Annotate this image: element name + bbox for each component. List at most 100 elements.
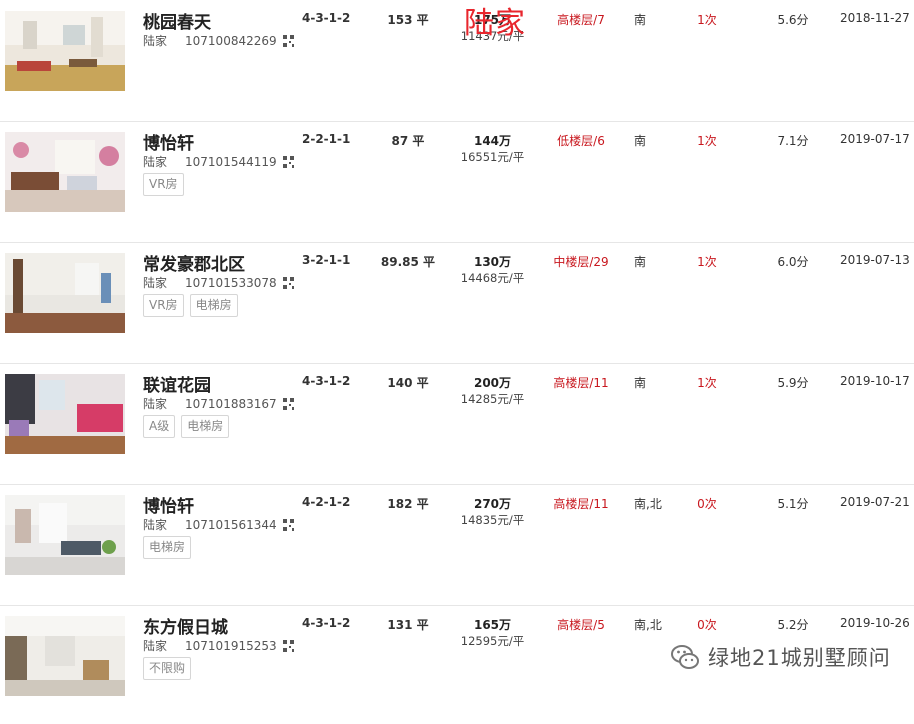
floor-area: 131 平 [387,618,429,632]
listing-photo[interactable] [5,11,125,91]
tag-list: VR房 [143,173,190,196]
qr-code-icon[interactable] [282,35,294,47]
listing-photo[interactable] [5,253,125,333]
room-layout: 4-3-1-2 [302,616,351,630]
tag: 电梯房 [181,415,230,438]
listing-code: 107101883167 [185,397,277,411]
listing-meta: 陆家 107100842269 [143,32,294,49]
listing-code: 107101544119 [185,155,277,169]
wechat-icon [671,645,699,669]
orientation: 南 [634,255,647,269]
listing-date: 2019-07-17 [840,132,910,146]
score: 5.2分 [777,618,809,632]
orientation: 南 [634,13,647,27]
unit-price: 16551元/平 [460,150,525,164]
tag-list: 不限购 [143,657,197,680]
tag: VR房 [143,173,184,196]
orientation: 南,北 [634,618,662,632]
tag-list: VR房 电梯房 [143,294,244,317]
listing-row[interactable]: 博怡轩 陆家 107101544119 VR房 2-2-1-1 87 平 144万… [0,121,914,243]
tag: VR房 [143,294,184,317]
listing-code: 107100842269 [185,34,277,48]
district-label: 陆家 [143,397,168,411]
qr-code-icon[interactable] [282,398,294,410]
floor-area: 153 平 [387,13,429,27]
floor-area: 182 平 [387,497,429,511]
listing-title[interactable]: 常发豪郡北区 [143,250,245,275]
qr-code-icon[interactable] [282,640,294,652]
total-price: 270万 [473,497,512,511]
total-price: 165万 [473,618,512,632]
tag: 电梯房 [143,536,192,559]
total-price: 130万 [473,255,512,269]
listing-title[interactable]: 联谊花园 [143,371,211,396]
tag: A级 [143,415,176,438]
listing-row[interactable]: 常发豪郡北区 陆家 107101533078 VR房 电梯房 3-2-1-1 89.… [0,242,914,364]
room-layout: 4-3-1-2 [302,11,351,25]
listing-date: 2018-11-27 [840,11,910,25]
listing-photo[interactable] [5,616,125,696]
qr-code-icon[interactable] [282,519,294,531]
room-layout: 2-2-1-1 [302,132,351,146]
qr-code-icon[interactable] [282,156,294,168]
total-price: 200万 [473,376,512,390]
score: 5.1分 [777,497,809,511]
unit-price: 14468元/平 [460,271,525,285]
listing-title[interactable]: 东方假日城 [143,613,228,638]
orientation: 南,北 [634,497,662,511]
wechat-watermark: 绿地21城别墅顾问 [670,642,891,672]
floor-level: 高楼层/11 [553,497,609,511]
listing-photo[interactable] [5,132,125,212]
listing-photo[interactable] [5,374,125,454]
unit-price: 14835元/平 [460,513,525,527]
unit-price: 12595元/平 [460,634,525,648]
listing-row[interactable]: 联谊花园 陆家 107101883167 A级 电梯房 4-3-1-2 140 平 … [0,363,914,485]
visit-count: 1次 [697,376,717,390]
listing-row[interactable]: 桃园春天 陆家 107100842269 4-3-1-2 153 平 175万 1… [0,0,914,122]
listing-meta: 陆家 107101915253 [143,637,294,654]
listing-code: 107101533078 [185,276,277,290]
district-label: 陆家 [143,155,168,169]
listing-title[interactable]: 桃园春天 [143,8,211,33]
district-label: 陆家 [143,276,168,290]
visit-count: 1次 [697,13,717,27]
orientation: 南 [634,376,647,390]
orientation: 南 [634,134,647,148]
listing-code: 107101561344 [185,518,277,532]
visit-count: 0次 [697,618,717,632]
listing-code: 107101915253 [185,639,277,653]
watermark-text: 绿地21城别墅顾问 [708,646,891,670]
district-label: 陆家 [143,34,168,48]
floor-area: 140 平 [387,376,429,390]
listing-meta: 陆家 107101561344 [143,516,294,533]
district-label: 陆家 [143,518,168,532]
total-price: 144万 [473,134,512,148]
score: 5.6分 [777,13,809,27]
listing-row[interactable]: 博怡轩 陆家 107101561344 电梯房 4-2-1-2 182 平 270… [0,484,914,606]
visit-count: 1次 [697,255,717,269]
unit-price: 14285元/平 [460,392,525,406]
listing-meta: 陆家 107101544119 [143,153,294,170]
floor-level: 低楼层/6 [557,134,605,148]
room-layout: 4-2-1-2 [302,495,351,509]
listing-date: 2019-07-13 [840,253,910,267]
listing-title[interactable]: 博怡轩 [143,492,194,517]
tag: 电梯房 [189,294,238,317]
visit-count: 1次 [697,134,717,148]
tag-list: A级 电梯房 [143,415,235,438]
listing-title[interactable]: 博怡轩 [143,129,194,154]
listing-date: 2019-07-21 [840,495,910,509]
tag: 不限购 [143,657,192,680]
listing-date: 2019-10-26 [840,616,910,630]
district-label: 陆家 [143,639,168,653]
score: 5.9分 [777,376,809,390]
visit-count: 0次 [697,497,717,511]
floor-area: 89.85 平 [380,255,436,269]
score: 6.0分 [777,255,809,269]
qr-code-icon[interactable] [282,277,294,289]
listing-photo[interactable] [5,495,125,575]
floor-level: 高楼层/11 [553,376,609,390]
floor-level: 中楼层/29 [553,255,609,269]
tag-list: 电梯房 [143,536,197,559]
listing-meta: 陆家 107101883167 [143,395,294,412]
